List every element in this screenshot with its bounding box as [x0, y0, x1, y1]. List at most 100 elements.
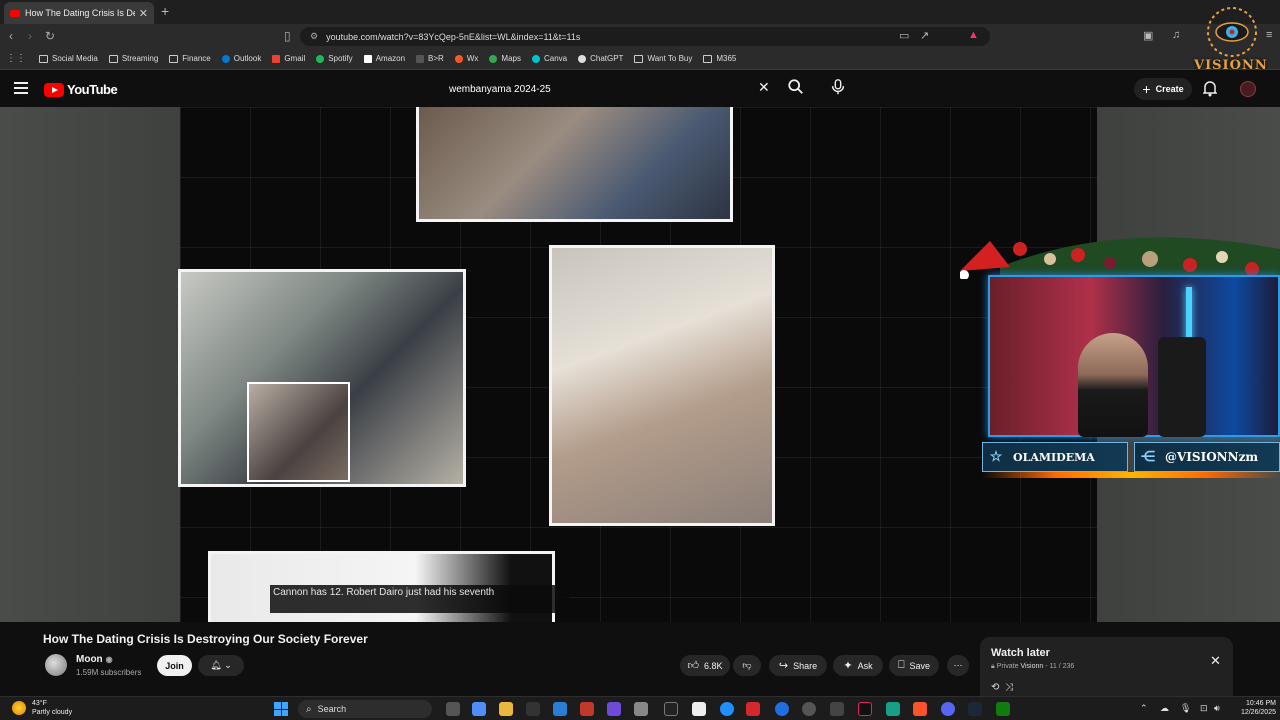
onedrive-icon[interactable]: ☁ — [1160, 703, 1169, 714]
share-button[interactable]: ↪ Share — [769, 655, 827, 676]
browser-tab[interactable]: How The Dating Crisis Is Destroying ✕ — [4, 2, 154, 24]
channel-avatar[interactable] — [45, 654, 67, 676]
tiktok-icon[interactable] — [858, 702, 872, 716]
video-player[interactable]: Cannon has 12. Robert Dairo just had his… — [0, 107, 1280, 622]
back-icon[interactable]: ‹ — [9, 29, 13, 43]
task-view-icon[interactable] — [446, 702, 460, 716]
video-side-left — [0, 107, 180, 622]
bookmark-page-icon[interactable]: ▯ — [284, 29, 291, 43]
save-button[interactable]: ⎕ Save — [889, 655, 939, 676]
snip-icon[interactable] — [580, 702, 594, 716]
loop-icon[interactable]: ⟲ — [991, 682, 999, 693]
close-playlist-icon[interactable]: ✕ — [1210, 653, 1221, 669]
mic-tray-icon[interactable]: 🎙︎ — [1180, 703, 1191, 714]
brave-taskbar-icon[interactable] — [913, 702, 927, 716]
like-button[interactable]: 👍︎ 6.8K — [680, 655, 730, 676]
tray-overflow-icon[interactable]: ⌃ — [1140, 703, 1148, 714]
bookmark-br[interactable]: B>R — [416, 54, 444, 63]
reload-icon[interactable]: ↻ — [45, 29, 55, 43]
clear-search-icon[interactable]: ✕ — [758, 79, 770, 96]
ask-button[interactable]: ✦ Ask — [833, 655, 883, 676]
terminal-icon[interactable] — [526, 702, 540, 716]
app-icon-dark[interactable] — [830, 702, 844, 716]
watch-later-panel: Watch later 🔒︎ Private Visionn - 11 / 23… — [980, 637, 1233, 697]
url-field[interactable]: ⚙ youtube.com/watch?v=83YcQep-5nE&list=W… — [300, 27, 990, 46]
bookmark-spotify[interactable]: Spotify — [316, 54, 353, 63]
bookmark-gmail[interactable]: Gmail — [272, 54, 305, 63]
app-icon-white[interactable] — [692, 702, 706, 716]
file-explorer-icon[interactable] — [499, 702, 513, 716]
chatgpt-icon — [578, 54, 587, 63]
partly-cloudy-icon — [12, 701, 26, 715]
forward-icon[interactable]: › — [28, 29, 32, 43]
apps-grid-icon[interactable]: ⋮⋮ — [6, 53, 28, 64]
amazon-icon — [363, 54, 372, 63]
bookmark-streaming[interactable]: Streaming — [108, 54, 158, 63]
notifications-bell-icon[interactable] — [1203, 79, 1217, 97]
xbox-icon[interactable] — [996, 702, 1010, 716]
copilot-icon[interactable] — [472, 702, 486, 716]
bookmark-want-to-buy[interactable]: Want To Buy — [634, 54, 692, 63]
hamburger-menu-icon[interactable] — [14, 82, 28, 94]
christmas-wreath-decoration — [960, 237, 1280, 279]
bookmark-canva[interactable]: Canva — [531, 54, 567, 63]
steam-icon[interactable] — [968, 702, 982, 716]
gaming-chair — [1158, 337, 1206, 437]
search-icon[interactable] — [787, 78, 805, 96]
chevron-down-icon: ⌄ — [224, 660, 232, 670]
playlist-owner[interactable]: Visionn — [1020, 663, 1043, 670]
edge-icon[interactable] — [720, 702, 734, 716]
app-icon-purple[interactable] — [607, 702, 621, 716]
more-actions-button[interactable]: ⋯ — [947, 655, 969, 676]
tab-close-icon[interactable]: ✕ — [139, 7, 148, 20]
subscription-bell-button[interactable]: 🔔︎ ⌄ — [198, 655, 244, 676]
bookmark-icon: ⎕ — [897, 659, 905, 671]
photos-icon[interactable] — [553, 702, 567, 716]
sparkle-icon: ✦ — [843, 660, 853, 672]
netflix-icon[interactable] — [746, 702, 760, 716]
new-tab-icon[interactable]: + — [161, 3, 169, 19]
media-icon[interactable]: ♫ — [1172, 29, 1180, 41]
bookmark-m365[interactable]: M365 — [703, 54, 736, 63]
network-icon[interactable]: ⊡ — [1200, 703, 1208, 714]
app-icon-gray[interactable] — [634, 702, 648, 716]
search-input[interactable]: wembanyama 2024-25 — [440, 77, 780, 101]
weather-widget[interactable]: 43°F Partly cloudy — [12, 699, 72, 717]
cast-icon[interactable]: ▭ — [899, 29, 909, 42]
family-photo-top — [416, 107, 733, 222]
windows-start-icon[interactable] — [274, 702, 288, 716]
account-avatar[interactable] — [1240, 81, 1256, 97]
youtube-logo[interactable]: YouTube — [44, 82, 118, 97]
discord-icon[interactable] — [941, 702, 955, 716]
plus-icon: + — [1142, 81, 1151, 97]
share-page-icon[interactable]: ↗ — [920, 29, 929, 42]
power-icon[interactable] — [775, 702, 789, 716]
volume-icon[interactable]: 🔊︎ — [1214, 703, 1220, 714]
brave-rewards-icon[interactable]: ▲ — [968, 29, 979, 41]
microphone-icon[interactable] — [830, 78, 846, 96]
system-clock[interactable]: 10:46 PM 12/26/2025 — [1232, 699, 1276, 717]
spotify-icon — [316, 54, 325, 63]
search-icon: ⌕ — [306, 703, 312, 715]
bookmark-maps[interactable]: Maps — [489, 54, 521, 63]
more-dots-icon: ⋯ — [953, 660, 963, 670]
playlist-title[interactable]: Watch later — [991, 647, 1222, 659]
sidebar-toggle-icon[interactable]: ▣ — [1143, 29, 1153, 42]
bookmark-social-media[interactable]: Social Media — [39, 54, 98, 63]
shuffle-icon[interactable]: ⤨ — [1005, 682, 1013, 693]
app-icon-g[interactable] — [664, 702, 678, 716]
join-button[interactable]: Join — [157, 655, 192, 676]
app-icon-circle[interactable] — [802, 702, 816, 716]
bookmark-outlook[interactable]: Outlook — [221, 54, 261, 63]
channel-name[interactable]: Moon ◉ — [76, 654, 113, 665]
create-button[interactable]: + Create — [1134, 78, 1192, 100]
site-info-icon[interactable]: ⚙ — [310, 31, 318, 42]
taskbar-search[interactable]: ⌕ Search — [298, 700, 432, 718]
bookmark-chatgpt[interactable]: ChatGPT — [578, 54, 623, 63]
folder-icon — [169, 54, 179, 63]
app-icon-green[interactable] — [886, 702, 900, 716]
bookmark-finance[interactable]: Finance — [169, 54, 211, 63]
bookmark-amazon[interactable]: Amazon — [363, 54, 405, 63]
dislike-button[interactable]: 👎︎ — [733, 655, 761, 676]
bookmark-wx[interactable]: Wx — [454, 54, 478, 63]
